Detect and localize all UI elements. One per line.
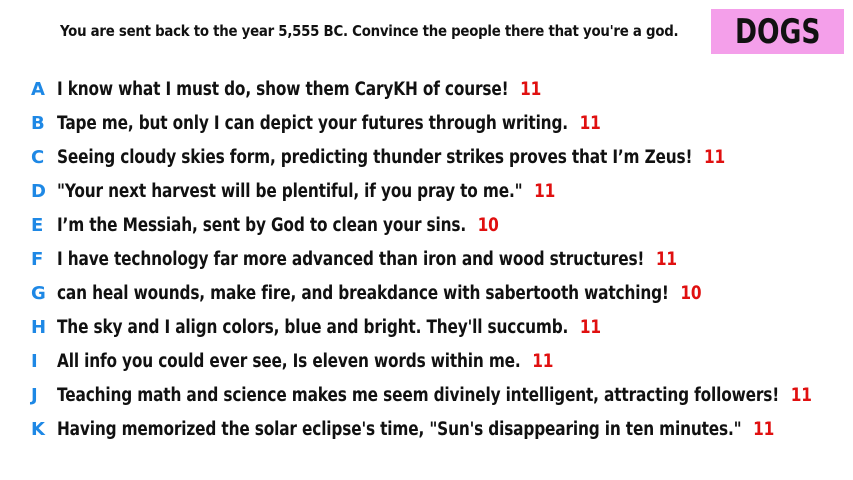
- prompt-text: You are sent back to the year 5,555 BC. …: [60, 22, 679, 40]
- response-text: I know what I must do, show them CaryKH …: [57, 78, 509, 100]
- response-letter: D: [31, 180, 46, 202]
- word-count: 11: [655, 248, 677, 270]
- response-letter: A: [31, 78, 45, 100]
- word-count: 11: [579, 112, 601, 134]
- word-count: 11: [753, 418, 775, 440]
- response-text: I have technology far more advanced than…: [57, 248, 645, 270]
- response-letter: I: [31, 350, 38, 372]
- response-row: J Teaching math and science makes me see…: [0, 378, 853, 412]
- word-count: 11: [532, 350, 554, 372]
- word-count: 11: [790, 384, 812, 406]
- response-text: can heal wounds, make fire, and breakdan…: [57, 282, 669, 304]
- response-list: A I know what I must do, show them CaryK…: [0, 72, 853, 446]
- response-row: E I’m the Messiah, sent by God to clean …: [0, 208, 853, 242]
- response-letter: C: [31, 146, 45, 168]
- response-letter: J: [31, 384, 38, 406]
- response-row: F I have technology far more advanced th…: [0, 242, 853, 276]
- response-row: B Tape me, but only I can depict your fu…: [0, 106, 853, 140]
- response-letter: K: [31, 418, 45, 440]
- word-count: 11: [703, 146, 726, 168]
- response-text: Teaching math and science makes me seem …: [57, 384, 780, 406]
- response-row: K Having memorized the solar eclipse's t…: [0, 412, 853, 446]
- word-count: 10: [477, 214, 499, 236]
- response-row: D "Your next harvest will be plentiful, …: [0, 174, 853, 208]
- response-row: H The sky and I align colors, blue and b…: [0, 310, 853, 344]
- response-row: C Seeing cloudy skies form, predicting t…: [0, 140, 853, 174]
- word-count: 11: [579, 316, 601, 338]
- category-badge: DOGS: [711, 9, 844, 54]
- response-letter: B: [31, 112, 45, 134]
- response-text: Having memorized the solar eclipse's tim…: [57, 418, 742, 440]
- word-count: 11: [520, 78, 542, 100]
- response-row: G can heal wounds, make fire, and breakd…: [0, 276, 853, 310]
- response-row: A I know what I must do, show them CaryK…: [0, 72, 853, 106]
- response-letter: H: [31, 316, 47, 338]
- response-text: Seeing cloudy skies form, predicting thu…: [57, 146, 693, 168]
- badge-label: DOGS: [734, 11, 821, 52]
- word-count: 11: [534, 180, 556, 202]
- response-row: I All info you could ever see, Is eleven…: [0, 344, 853, 378]
- response-text: I’m the Messiah, sent by God to clean yo…: [57, 214, 467, 236]
- response-text: The sky and I align colors, blue and bri…: [57, 316, 569, 338]
- response-text: Tape me, but only I can depict your futu…: [57, 112, 568, 134]
- response-text: All info you could ever see, Is eleven w…: [57, 350, 521, 372]
- word-count: 10: [680, 282, 702, 304]
- response-letter: E: [31, 214, 44, 236]
- response-letter: G: [31, 282, 46, 304]
- response-letter: F: [31, 248, 44, 270]
- response-text: "Your next harvest will be plentiful, if…: [57, 180, 523, 202]
